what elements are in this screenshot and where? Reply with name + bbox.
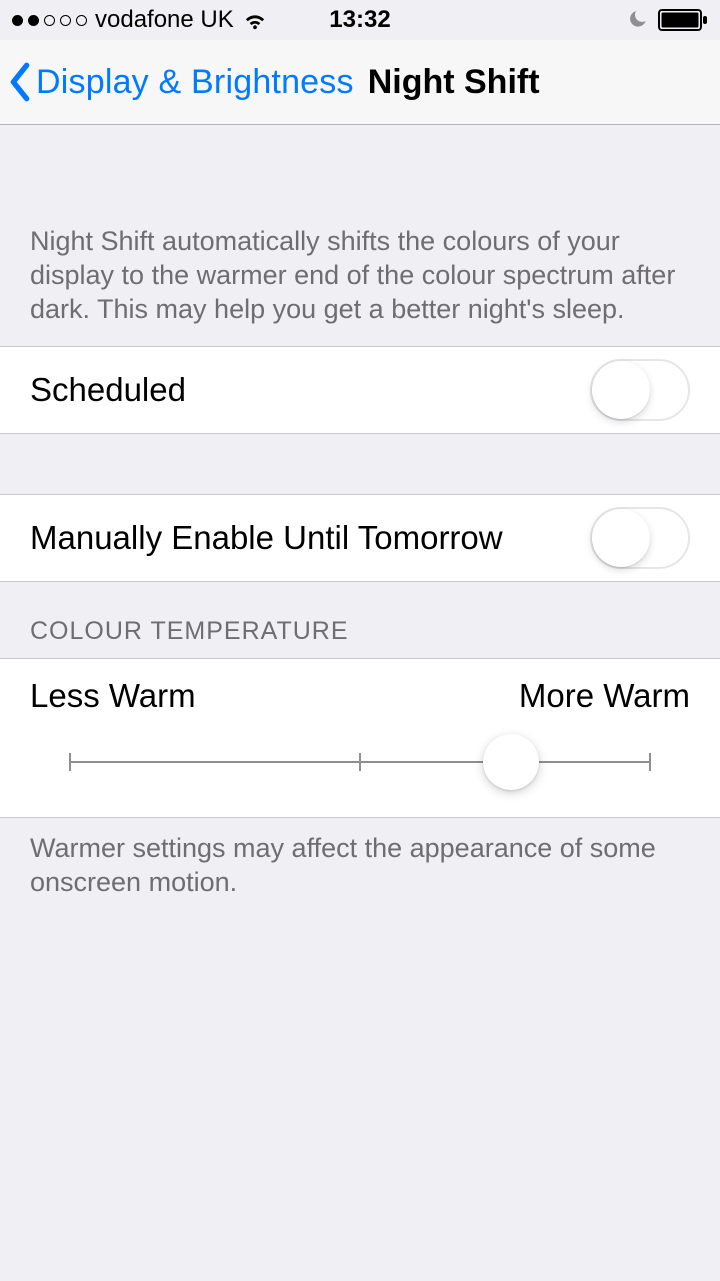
scheduled-row[interactable]: Scheduled [0,346,720,434]
status-right [626,8,708,32]
status-bar: vodafone UK 13:32 [0,0,720,40]
slider-footer: Warmer settings may affect the appearanc… [0,818,720,920]
signal-strength-icon [12,15,87,26]
slider-knob[interactable] [483,734,539,790]
scheduled-toggle[interactable] [590,359,690,421]
intro-description: Night Shift automatically shifts the col… [0,125,720,346]
nav-bar: Display & Brightness Night Shift [0,40,720,125]
scheduled-label: Scheduled [30,371,186,409]
wifi-icon [242,7,268,33]
manual-enable-label: Manually Enable Until Tomorrow [30,519,503,557]
more-warm-label: More Warm [519,677,690,715]
manual-enable-toggle[interactable] [590,507,690,569]
colour-temperature-header: COLOUR TEMPERATURE [0,582,720,658]
do-not-disturb-icon [626,9,648,31]
colour-temperature-cell: Less Warm More Warm [0,658,720,818]
manual-enable-row[interactable]: Manually Enable Until Tomorrow [0,494,720,582]
page-title: Night Shift [368,63,540,102]
carrier-label: vodafone UK [95,6,234,34]
battery-icon [658,8,708,32]
less-warm-label: Less Warm [30,677,196,715]
colour-temperature-slider[interactable] [70,737,650,787]
back-button[interactable]: Display & Brightness [8,62,354,102]
back-label: Display & Brightness [36,63,354,102]
status-left: vodafone UK [12,6,268,34]
status-time: 13:32 [329,6,390,34]
chevron-left-icon [8,62,32,102]
